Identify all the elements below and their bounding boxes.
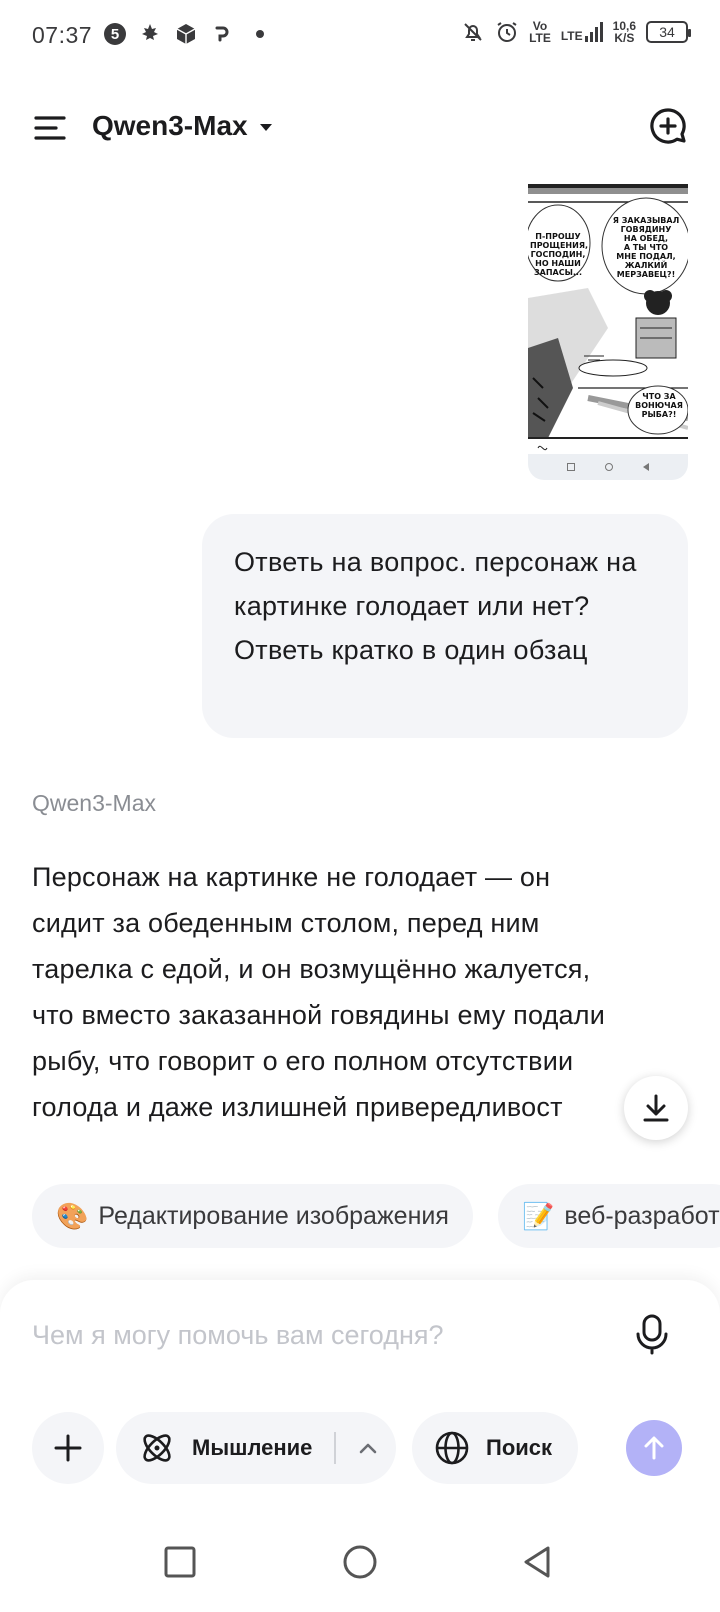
signal-icon: LTE [561, 22, 603, 42]
attach-button[interactable] [32, 1412, 104, 1484]
status-bar: 07:37 5 Vo LTE LTE 10,6 K/S 34 [0, 0, 720, 72]
thinking-label: Мышление [192, 1435, 313, 1460]
attached-image[interactable]: П-ПРОШУ ПРОЩЕНИЯ, ГОСПОДИН, НО НАШИ ЗАПА… [528, 184, 688, 480]
alarm-icon [497, 22, 517, 42]
recent-apps-icon[interactable] [158, 1540, 202, 1584]
back-icon[interactable] [516, 1540, 560, 1584]
box-icon [176, 24, 196, 44]
maple-leaf-icon [142, 24, 158, 40]
chip-image-editing[interactable]: 🎨 Редактирование изображения [32, 1184, 473, 1248]
system-nav-bar [0, 1516, 720, 1612]
manga-bubble-right: Я ЗАКАЗЫВАЛ ГОВЯДИНУ НА ОБЕД, А ТЫ ЧТО М… [612, 216, 680, 279]
more-notifications-dot-icon [256, 30, 264, 38]
microphone-icon[interactable] [630, 1312, 674, 1356]
message-input[interactable]: Чем я могу помочь вам сегодня? [32, 1320, 444, 1351]
square-icon [567, 463, 575, 471]
chat-header: Qwen3-Max [0, 96, 720, 160]
user-message-bubble: Ответь на вопрос. персонаж на картинке г… [202, 514, 688, 738]
circle-icon [605, 463, 613, 471]
caret-down-icon [259, 124, 272, 131]
globe-icon [435, 1431, 469, 1465]
palette-icon: 🎨 [56, 1200, 89, 1231]
arrow-up-icon [644, 1436, 664, 1460]
assistant-message-text: Персонаж на картинке не голодает — он си… [32, 862, 605, 1122]
manga-bubble-left: П-ПРОШУ ПРОЩЕНИЯ, ГОСПОДИН, НО НАШИ ЗАПА… [530, 232, 589, 277]
chip-label: Редактирование изображения [98, 1201, 449, 1230]
divider [334, 1432, 336, 1464]
plus-icon [54, 1434, 82, 1462]
manga-bubble-bottom: ЧТО ЗА ВОНЮЧАЯ РЫБА?! [635, 392, 683, 419]
new-chat-icon[interactable] [648, 106, 688, 146]
volte-icon: Vo LTE [529, 19, 551, 45]
status-notification-icons: 5 [104, 22, 264, 46]
search-toggle[interactable]: Поиск [412, 1412, 578, 1484]
battery-icon: 34 [646, 21, 691, 43]
assistant-name-label: Qwen3-Max [32, 790, 156, 816]
chip-label: веб-разработ [564, 1201, 720, 1230]
scroll-down-button[interactable] [624, 1076, 688, 1140]
chip-web-dev[interactable]: 📝 веб-разработ [498, 1184, 720, 1248]
atom-icon [143, 1434, 171, 1462]
triangle-icon [643, 463, 649, 471]
user-message-text: Ответь на вопрос. персонаж на картинке г… [234, 547, 637, 665]
model-name: Qwen3-Max [92, 110, 248, 141]
menu-icon[interactable] [30, 108, 70, 148]
download-arrow-icon [643, 1094, 669, 1122]
status-system-icons: Vo LTE LTE 10,6 K/S 34 [461, 19, 691, 45]
memo-icon: 📝 [522, 1200, 555, 1231]
input-panel: Чем я могу помочь вам сегодня? Мышление [0, 1280, 720, 1516]
app-p-icon [215, 26, 229, 42]
search-label: Поиск [486, 1435, 553, 1460]
thinking-toggle[interactable]: Мышление [116, 1412, 396, 1484]
home-icon[interactable] [338, 1540, 382, 1584]
send-button[interactable] [626, 1420, 682, 1476]
model-selector[interactable]: Qwen3-Max [92, 110, 272, 142]
image-nav-bar [528, 454, 688, 480]
chevron-up-icon[interactable] [352, 1432, 384, 1464]
suggestion-chips: 🎨 Редактирование изображения 📝 веб-разра… [32, 1184, 720, 1248]
network-speed: 10,6 K/S [612, 19, 636, 45]
notification-badge-icon: 5 [104, 23, 126, 45]
tool-row: Мышление Поиск [32, 1412, 692, 1484]
bell-off-icon [464, 23, 482, 41]
status-time: 07:37 [32, 22, 93, 48]
